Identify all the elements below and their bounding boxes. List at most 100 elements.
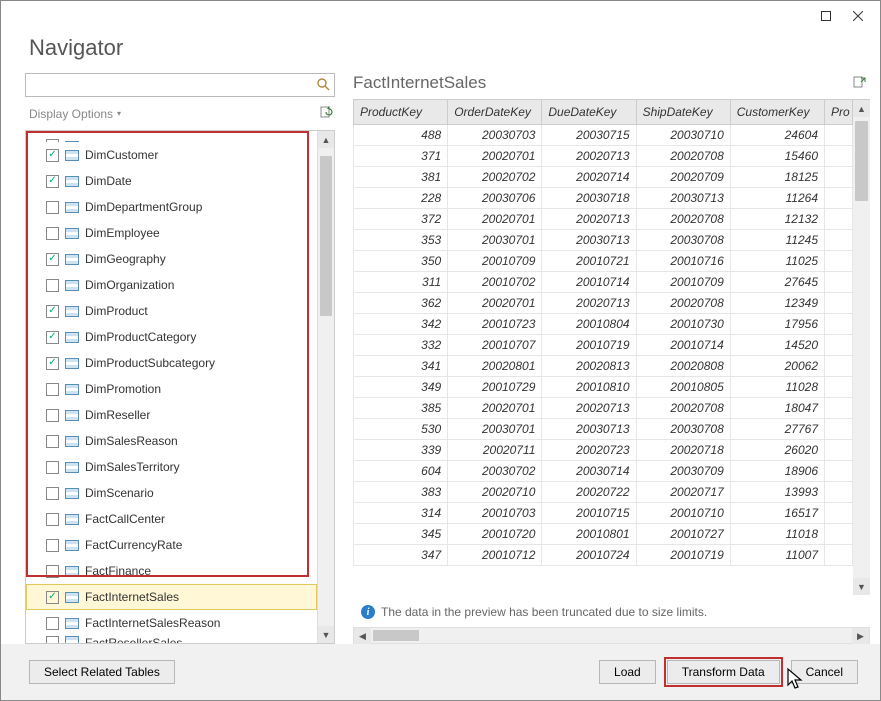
tree-item-factinternetsales[interactable]: FactInternetSales [26, 584, 317, 610]
table-row[interactable]: 35020010709200107212001071611025 [354, 250, 853, 271]
scroll-left-icon[interactable]: ◀ [354, 628, 371, 644]
cell: 20020701 [448, 208, 542, 229]
table-row[interactable]: 38520020701200207132002070818047 [354, 397, 853, 418]
column-header[interactable]: Pro [825, 100, 853, 124]
tree-item-dimcustomer[interactable]: DimCustomer [26, 142, 317, 168]
cell: 20010724 [542, 544, 636, 565]
checkbox[interactable] [46, 175, 59, 188]
scroll-up-icon[interactable]: ▲ [853, 100, 870, 117]
tree-item-factresellersales[interactable]: FactResellerSales [26, 636, 317, 643]
table-row[interactable]: 34720010712200107242001071911007 [354, 544, 853, 565]
table-row[interactable]: 38120020702200207142002070918125 [354, 166, 853, 187]
checkbox[interactable] [46, 331, 59, 344]
scroll-up-icon[interactable]: ▲ [318, 131, 334, 148]
tree-item-dimreseller[interactable]: DimReseller [26, 402, 317, 428]
checkbox[interactable] [46, 357, 59, 370]
tree-item-dimproduct[interactable]: DimProduct [26, 298, 317, 324]
table-row[interactable]: 53020030701200307132003070827767 [354, 418, 853, 439]
checkbox[interactable] [46, 591, 59, 604]
tree-item-factfinance[interactable]: FactFinance [26, 558, 317, 584]
column-header[interactable]: CustomerKey [730, 100, 824, 124]
tree-item-dimpromotion[interactable]: DimPromotion [26, 376, 317, 402]
tree-scrollbar[interactable]: ▲ ▼ [317, 131, 334, 643]
select-related-tables-button[interactable]: Select Related Tables [29, 660, 175, 684]
tree-item-dimproductcategory[interactable]: DimProductCategory [26, 324, 317, 350]
tree-item-dimscenario[interactable]: DimScenario [26, 480, 317, 506]
cell: 345 [354, 523, 448, 544]
table-row[interactable]: 60420030702200307142003070918906 [354, 460, 853, 481]
checkbox[interactable] [46, 253, 59, 266]
column-header[interactable]: DueDateKey [542, 100, 636, 124]
scroll-thumb[interactable] [320, 156, 332, 316]
table-tree-list[interactable]: DimCustomerDimDateDimDepartmentGroupDimE… [26, 131, 317, 643]
column-header[interactable]: ShipDateKey [636, 100, 730, 124]
table-row[interactable]: 34920010729200108102001080511028 [354, 376, 853, 397]
scroll-down-icon[interactable]: ▼ [318, 626, 334, 643]
checkbox[interactable] [46, 383, 59, 396]
tree-item-dimdate[interactable]: DimDate [26, 168, 317, 194]
tree-item-dimdepartmentgroup[interactable]: DimDepartmentGroup [26, 194, 317, 220]
grid-hscrollbar[interactable]: ◀ ▶ [353, 627, 870, 644]
checkbox[interactable] [46, 565, 59, 578]
checkbox[interactable] [46, 513, 59, 526]
refresh-icon[interactable] [319, 105, 333, 122]
checkbox[interactable] [46, 279, 59, 292]
scroll-down-icon[interactable]: ▼ [853, 578, 870, 595]
tree-item-dimorganization[interactable]: DimOrganization [26, 272, 317, 298]
scroll-thumb[interactable] [855, 121, 868, 201]
table-row[interactable]: 48820030703200307152003071024604 [354, 124, 853, 145]
checkbox[interactable] [46, 487, 59, 500]
cell: 371 [354, 145, 448, 166]
table-row[interactable]: 38320020710200207222002071713993 [354, 481, 853, 502]
export-icon[interactable] [852, 75, 866, 92]
checkbox[interactable] [46, 539, 59, 552]
maximize-button[interactable] [810, 4, 842, 28]
table-row[interactable]: 34520010720200108012001072711018 [354, 523, 853, 544]
checkbox[interactable] [46, 409, 59, 422]
preview-grid[interactable]: ProductKeyOrderDateKeyDueDateKeyShipDate… [353, 100, 853, 595]
tree-item-dimsalesterritory[interactable]: DimSalesTerritory [26, 454, 317, 480]
checkbox[interactable] [46, 139, 59, 142]
column-header[interactable]: OrderDateKey [448, 100, 542, 124]
close-button[interactable] [842, 4, 874, 28]
cancel-button[interactable]: Cancel [791, 660, 858, 684]
cell: 20010719 [636, 544, 730, 565]
table-row[interactable]: 37120020701200207132002070815460 [354, 145, 853, 166]
transform-data-button[interactable]: Transform Data [667, 660, 780, 684]
table-row[interactable]: 31120010702200107142001070927645 [354, 271, 853, 292]
table-row[interactable]: 35320030701200307132003070811245 [354, 229, 853, 250]
table-row[interactable]: 36220020701200207132002070812349 [354, 292, 853, 313]
table-row[interactable]: 34120020801200208132002080820062 [354, 355, 853, 376]
search-input-wrap[interactable] [25, 73, 335, 97]
table-row[interactable]: 37220020701200207132002070812132 [354, 208, 853, 229]
load-button[interactable]: Load [599, 660, 656, 684]
grid-vscrollbar[interactable]: ▲ ▼ [853, 100, 870, 595]
tree-item-dimsalesreason[interactable]: DimSalesReason [26, 428, 317, 454]
search-input[interactable] [30, 78, 316, 92]
table-row[interactable]: 34220010723200108042001073017956 [354, 313, 853, 334]
checkbox[interactable] [46, 201, 59, 214]
tree-item-factinternetsalesreason[interactable]: FactInternetSalesReason [26, 610, 317, 636]
scroll-right-icon[interactable]: ▶ [852, 628, 869, 644]
checkbox[interactable] [46, 227, 59, 240]
table-row[interactable]: 33220010707200107192001071414520 [354, 334, 853, 355]
tree-item-dimproductsubcategory[interactable]: DimProductSubcategory [26, 350, 317, 376]
table-row[interactable]: 33920020711200207232002071826020 [354, 439, 853, 460]
column-header[interactable]: ProductKey [354, 100, 448, 124]
checkbox[interactable] [46, 305, 59, 318]
table-row[interactable]: 22820030706200307182003071311264 [354, 187, 853, 208]
checkbox[interactable] [46, 617, 59, 630]
display-options-dropdown[interactable]: Display Options ▾ [29, 107, 121, 121]
scroll-thumb[interactable] [373, 630, 419, 641]
tree-item-factcurrencyrate[interactable]: FactCurrencyRate [26, 532, 317, 558]
cell: 20020711 [448, 439, 542, 460]
tree-item[interactable] [26, 131, 317, 142]
tree-item-dimemployee[interactable]: DimEmployee [26, 220, 317, 246]
tree-item-factcallcenter[interactable]: FactCallCenter [26, 506, 317, 532]
tree-item-dimgeography[interactable]: DimGeography [26, 246, 317, 272]
checkbox[interactable] [46, 435, 59, 448]
checkbox[interactable] [46, 461, 59, 474]
checkbox[interactable] [46, 636, 59, 643]
checkbox[interactable] [46, 149, 59, 162]
table-row[interactable]: 31420010703200107152001071016517 [354, 502, 853, 523]
